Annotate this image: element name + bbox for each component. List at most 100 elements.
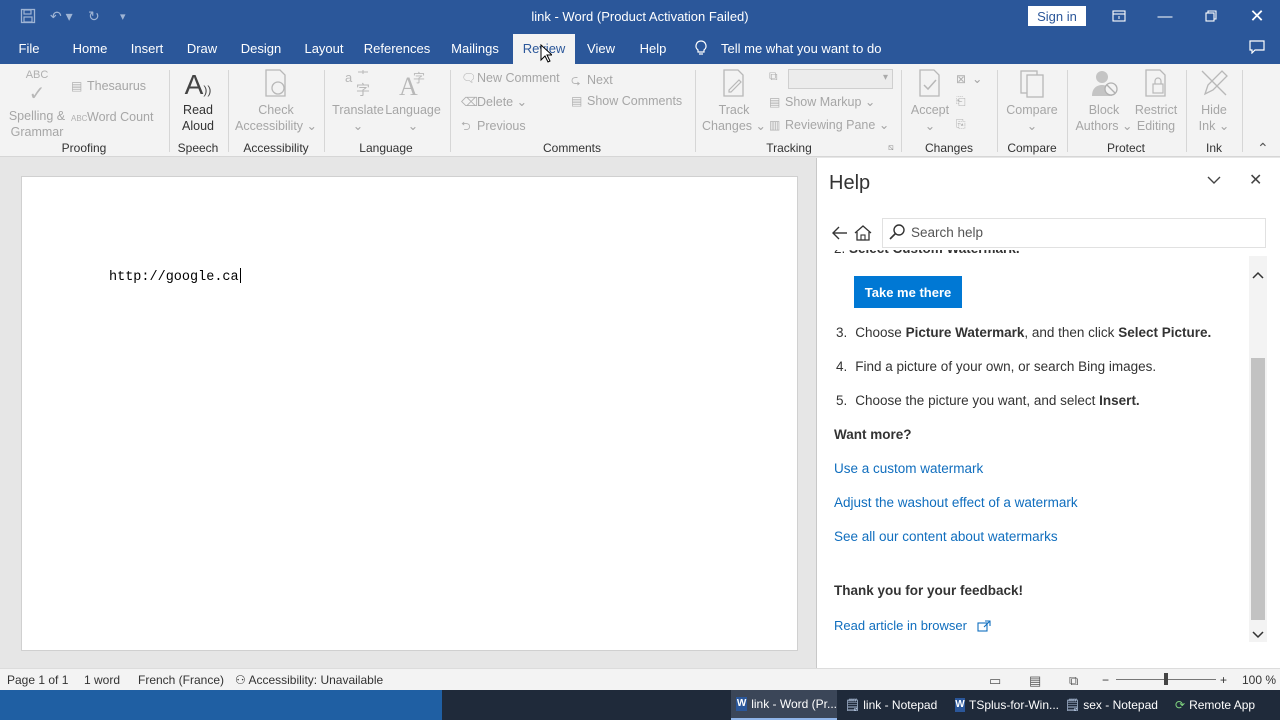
comments-icon[interactable]: [1249, 40, 1265, 57]
chevron-down-icon: ⌄: [875, 118, 890, 132]
link-custom-watermark[interactable]: Use a custom watermark: [834, 461, 983, 476]
back-arrow-icon[interactable]: [832, 226, 848, 243]
new-comment-label: New Comment: [477, 71, 560, 85]
group-compare: Compare: [1007, 141, 1057, 155]
next-change-button[interactable]: ⎘: [956, 117, 972, 132]
tab-home[interactable]: Home: [73, 41, 108, 56]
close-pane-icon[interactable]: ✕: [1249, 170, 1262, 190]
editing-label: Editing: [1136, 119, 1176, 133]
tab-view[interactable]: View: [587, 41, 615, 56]
thesaurus-button[interactable]: ▤ Thesaurus: [71, 79, 146, 93]
divider: [997, 70, 998, 152]
read-mode-icon[interactable]: ▭: [989, 673, 1001, 689]
title-bar: ↶ ▾ ↻ ▾ link - Word (Product Activation …: [0, 0, 1280, 32]
taskbar-label: TSplus-for-Win...: [968, 698, 1059, 712]
previous-change-button[interactable]: ⎗: [956, 94, 972, 109]
thesaurus-label: Thesaurus: [87, 79, 147, 93]
document-text[interactable]: http://google.ca: [109, 268, 241, 285]
tab-draw[interactable]: Draw: [187, 41, 217, 56]
group-language: Language: [359, 141, 413, 155]
tab-mailings[interactable]: Mailings: [451, 41, 499, 56]
previous-comment-button[interactable]: ⮌ Previous: [461, 117, 526, 138]
spelling-grammar-button[interactable]: ABC ✓ Spelling & Grammar: [6, 68, 68, 140]
taskbar-item-word[interactable]: Wlink - Word (Pr...: [731, 690, 837, 720]
group-ink: Ink: [1205, 141, 1223, 155]
accessibility-status[interactable]: ⚇ Accessibility: Unavailable: [235, 673, 383, 687]
zoom-in-button[interactable]: +: [1220, 673, 1227, 687]
check-accessibility-button[interactable]: Check Accessibility ⌄: [234, 68, 318, 134]
tell-me-search[interactable]: Tell me what you want to do: [721, 41, 881, 56]
read-aloud-button[interactable]: A)) Read Aloud: [174, 68, 222, 134]
word-count-button[interactable]: ABCWord Count: [71, 110, 153, 124]
tab-design[interactable]: Design: [241, 41, 281, 56]
language-button[interactable]: A字 Language ⌄: [384, 68, 442, 134]
undo-icon[interactable]: ↶ ▾: [50, 8, 73, 25]
save-icon[interactable]: [20, 8, 36, 27]
language-status[interactable]: French (France): [138, 673, 224, 687]
collapse-ribbon-icon[interactable]: ⌃: [1257, 140, 1269, 157]
link-all-watermark-content[interactable]: See all our content about watermarks: [834, 529, 1058, 544]
show-markup-icon: ▤: [769, 95, 781, 109]
divider: [695, 70, 696, 152]
group-tracking: Tracking: [766, 141, 812, 155]
restrict-editing-button[interactable]: Restrict Editing: [1130, 68, 1182, 134]
chevron-down-icon: ⌄: [972, 72, 983, 86]
block-label: Block: [1088, 103, 1120, 117]
display-for-review-dropdown[interactable]: ▾: [788, 69, 893, 89]
notepad-icon: 🗒: [845, 698, 861, 712]
chevron-down-icon[interactable]: ▾: [120, 10, 126, 23]
step-number: 5.: [836, 393, 848, 408]
scroll-down-icon[interactable]: [1252, 628, 1264, 642]
scrollbar-thumb[interactable]: [1251, 358, 1265, 620]
group-comments: Comments: [542, 141, 602, 155]
reject-button[interactable]: ⊠ ⌄: [956, 71, 982, 86]
next-comment-button[interactable]: ⮎ Next: [571, 71, 613, 92]
read-in-browser-link[interactable]: Read article in browser: [834, 618, 991, 635]
tab-references[interactable]: References: [364, 41, 430, 56]
show-comments-button[interactable]: ▤ Show Comments: [571, 94, 682, 108]
taskbar-label: link - Word (Pr...: [751, 697, 837, 711]
sign-in-button[interactable]: Sign in: [1028, 6, 1086, 26]
taskbar-label: sex - Notepad: [1083, 698, 1158, 712]
tab-file[interactable]: File: [19, 41, 40, 56]
show-markup-button[interactable]: ▤ Show Markup ⌄: [769, 94, 875, 109]
zoom-slider-thumb[interactable]: [1164, 673, 1168, 685]
close-icon[interactable]: ✕: [1234, 0, 1280, 32]
translate-button[interactable]: a字 Translate ⌄: [330, 68, 386, 134]
tab-help[interactable]: Help: [640, 41, 667, 56]
link-washout-effect[interactable]: Adjust the washout effect of a watermark: [834, 495, 1078, 510]
restore-icon[interactable]: [1188, 0, 1234, 32]
track-changes-button[interactable]: Track Changes ⌄: [701, 68, 767, 134]
tab-insert[interactable]: Insert: [131, 41, 164, 56]
zoom-level[interactable]: 100 %: [1242, 673, 1276, 687]
chevron-down-icon[interactable]: [1207, 172, 1221, 190]
word-count[interactable]: 1 word: [84, 673, 120, 687]
tab-layout[interactable]: Layout: [304, 41, 343, 56]
taskbar-item-remote-app[interactable]: ⟳ Remote App: [1175, 690, 1275, 720]
delete-label: Delete: [477, 95, 514, 109]
block-authors-button[interactable]: Block Authors ⌄: [1072, 68, 1136, 134]
page-count[interactable]: Page 1 of 1: [7, 673, 68, 687]
ribbon-display-options-icon[interactable]: [1096, 0, 1142, 32]
web-layout-icon[interactable]: ⧉: [1069, 673, 1078, 689]
taskbar-item-sex-notepad[interactable]: 🗒 sex - Notepad: [1065, 690, 1169, 720]
scroll-up-icon[interactable]: [1252, 268, 1264, 282]
reviewing-pane-button[interactable]: ▥ Reviewing Pane ⌄: [769, 117, 889, 132]
hide-ink-button[interactable]: Hide Ink ⌄: [1192, 68, 1236, 134]
chevron-down-icon: ⌄: [861, 95, 876, 109]
new-comment-button[interactable]: 🗨New Comment: [461, 71, 560, 85]
minimize-icon[interactable]: —: [1142, 0, 1188, 32]
zoom-out-button[interactable]: −: [1102, 673, 1109, 687]
taskbar-item-link-notepad[interactable]: 🗒 link - Notepad: [845, 690, 949, 720]
document-page[interactable]: [21, 176, 798, 651]
compare-button[interactable]: Compare ⌄: [1002, 68, 1062, 134]
divider: [901, 70, 902, 152]
delete-comment-button[interactable]: ⌫Delete ⌄: [461, 94, 527, 109]
dialog-launcher-icon[interactable]: ⧅: [888, 142, 894, 153]
taskbar-item-tsplus[interactable]: W TSplus-for-Win...: [955, 690, 1059, 720]
take-me-there-button[interactable]: Take me there: [854, 276, 962, 308]
print-layout-icon[interactable]: ▤: [1029, 673, 1041, 689]
accept-button[interactable]: Accept ⌄: [906, 68, 954, 134]
redo-icon[interactable]: ↻: [88, 8, 100, 25]
home-icon[interactable]: [854, 225, 872, 244]
